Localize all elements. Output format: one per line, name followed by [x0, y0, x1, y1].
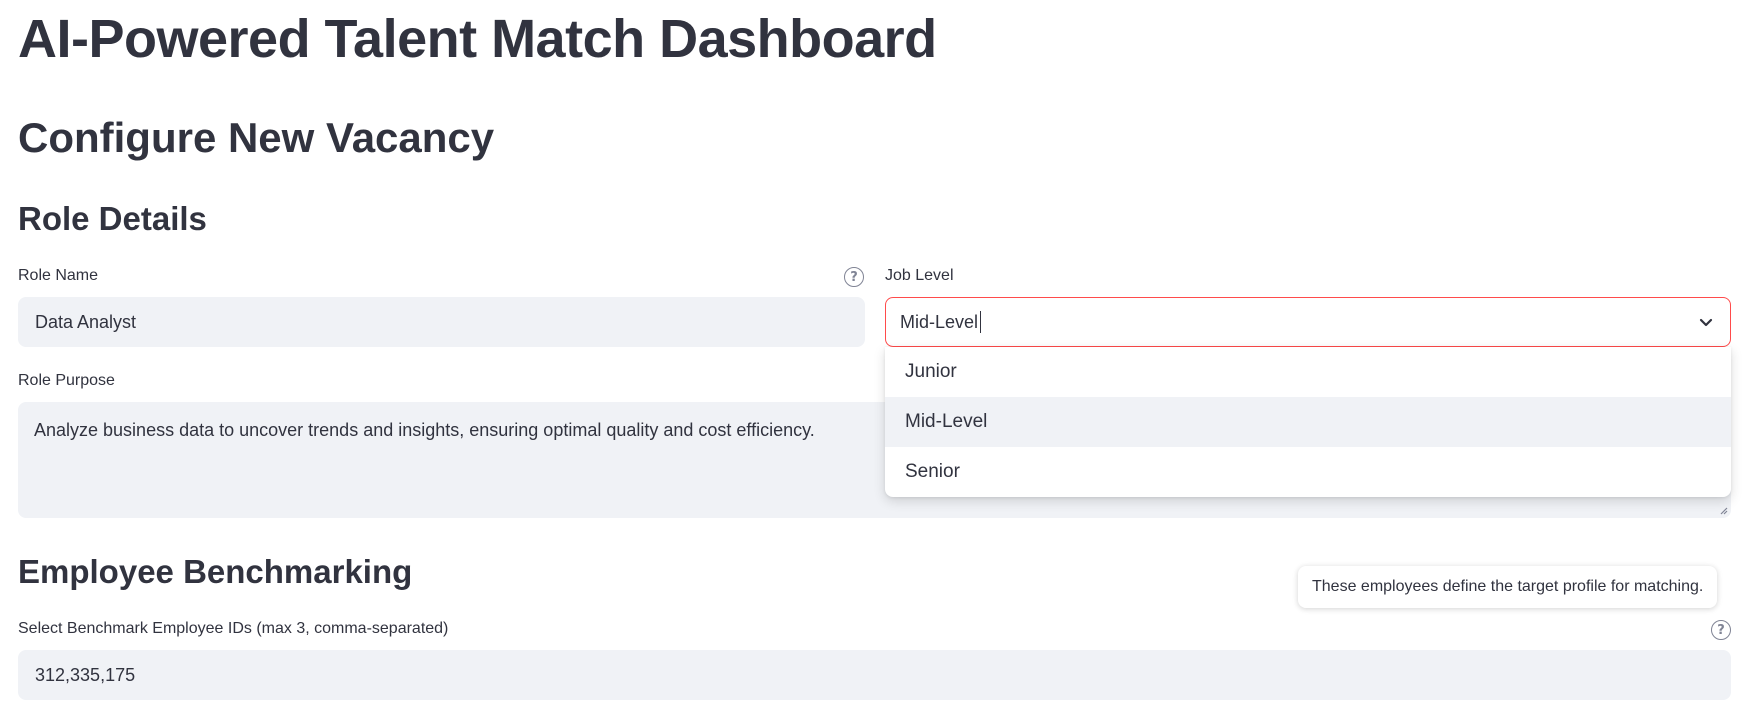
chevron-down-icon[interactable]: [1698, 314, 1714, 330]
app-title: AI-Powered Talent Match Dashboard: [18, 9, 937, 69]
help-icon[interactable]: ?: [844, 267, 864, 287]
job-level-option-senior[interactable]: Senior: [885, 447, 1731, 497]
text-caret: [980, 311, 982, 333]
role-purpose-value: Analyze business data to uncover trends …: [34, 420, 815, 440]
employee-benchmarking-heading: Employee Benchmarking: [18, 553, 413, 590]
section-title: Configure New Vacancy: [18, 114, 495, 161]
job-level-dropdown-menu: Junior Mid-Level Senior: [885, 347, 1731, 497]
resize-grip-icon[interactable]: [1718, 505, 1728, 515]
benchmark-ids-input[interactable]: 312,335,175: [18, 650, 1731, 700]
role-name-input[interactable]: Data Analyst: [18, 297, 865, 347]
role-name-label: Role Name: [18, 267, 99, 284]
job-level-label: Job Level: [885, 267, 954, 284]
role-details-heading: Role Details: [18, 200, 207, 237]
help-tooltip: These employees define the target profil…: [1298, 566, 1718, 608]
help-icon[interactable]: ?: [1711, 620, 1731, 640]
benchmark-ids-label: Select Benchmark Employee IDs (max 3, co…: [18, 620, 449, 637]
role-name-value: Data Analyst: [35, 311, 137, 332]
job-level-value[interactable]: Mid-Level: [900, 312, 978, 333]
job-level-option-junior[interactable]: Junior: [885, 347, 1731, 397]
job-level-select[interactable]: Mid-Level: [885, 297, 1731, 347]
job-level-option-mid-level[interactable]: Mid-Level: [885, 397, 1731, 447]
role-purpose-label: Role Purpose: [18, 372, 115, 389]
benchmark-ids-value: 312,335,175: [35, 664, 136, 685]
